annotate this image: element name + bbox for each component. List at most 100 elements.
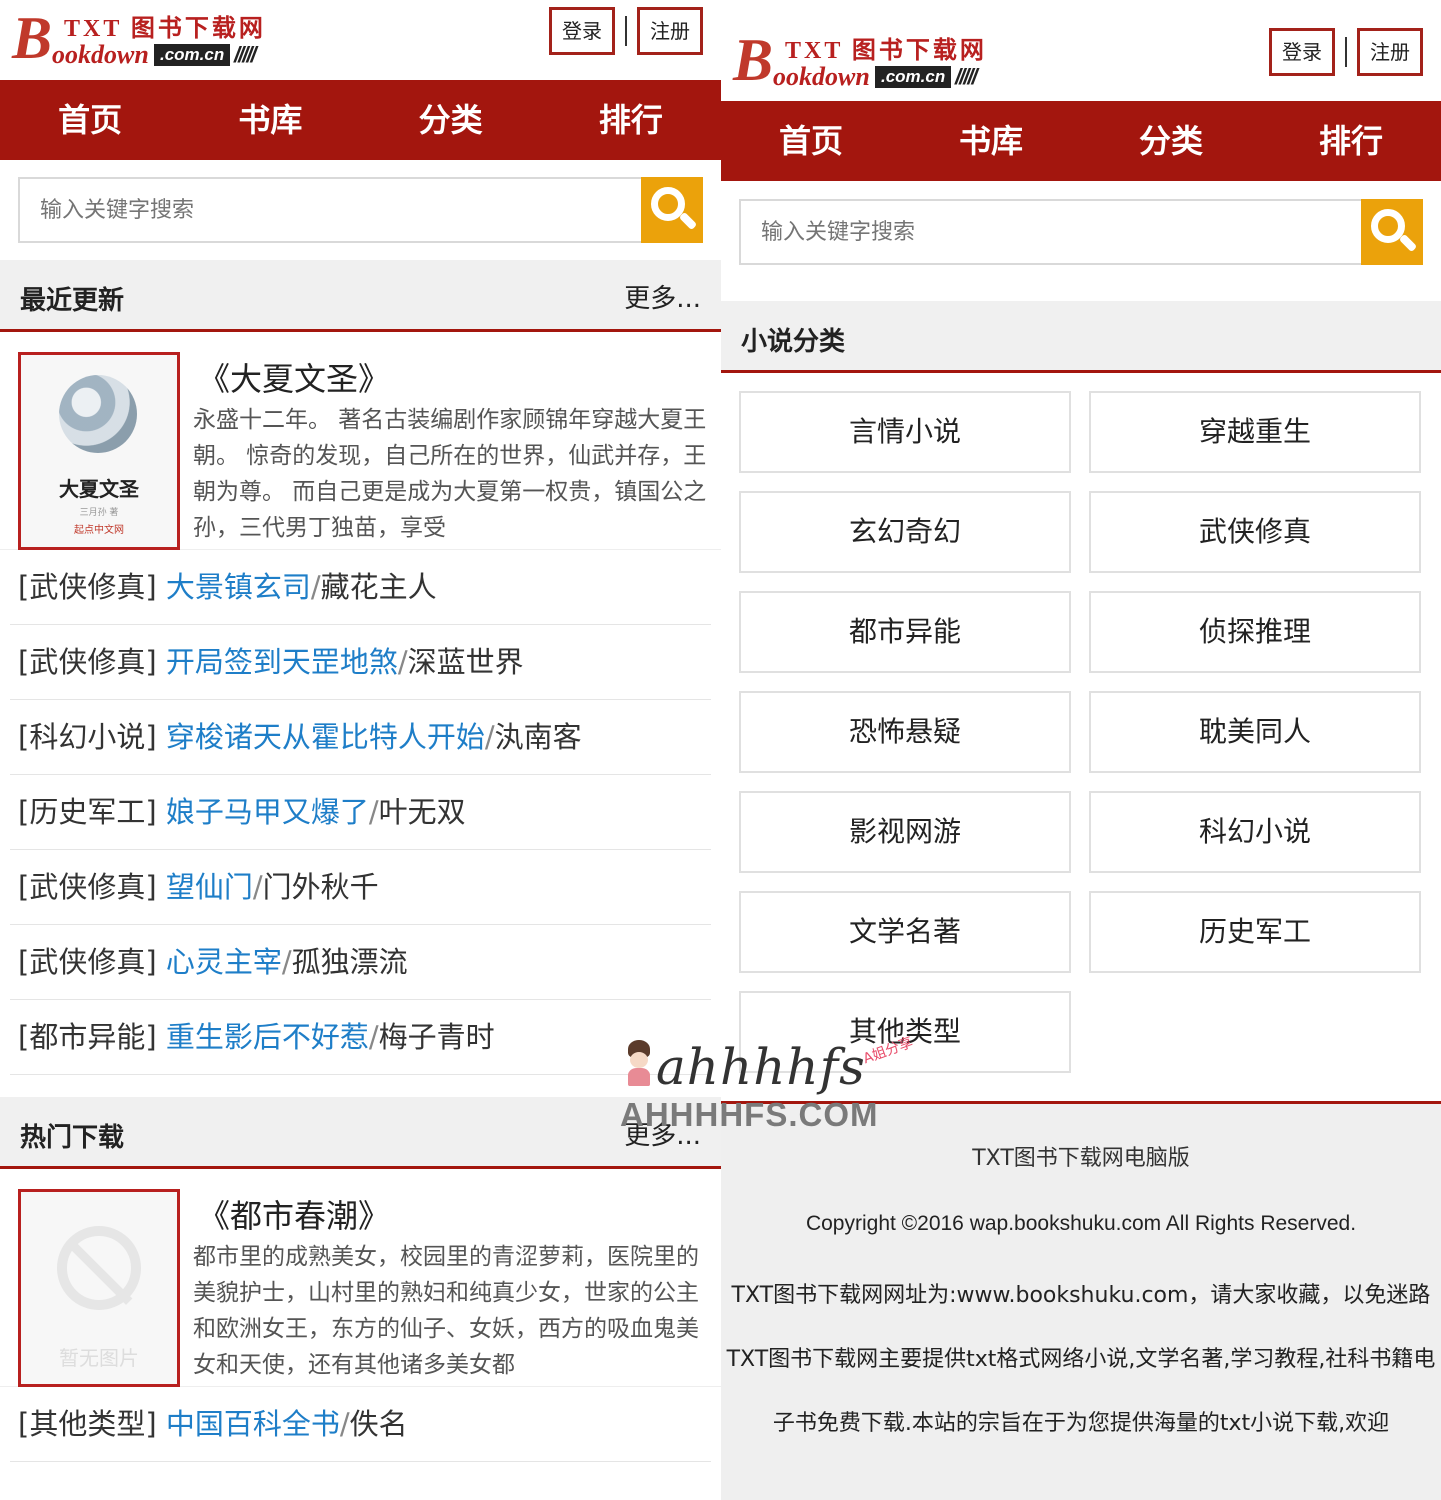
category-button[interactable]: 穿越重生	[1089, 391, 1421, 473]
item-slash: /	[368, 1020, 379, 1054]
list-item: [其他类型] 中国百科全书/佚名	[10, 1387, 711, 1462]
site-header: B TXT 图书下载网 ookdown .com.cn ///// 登录 注册	[0, 0, 721, 80]
login-button[interactable]: 登录	[549, 7, 615, 55]
nav-item-category[interactable]: 分类	[1081, 101, 1261, 181]
category-button[interactable]: 武侠修真	[1089, 491, 1421, 573]
item-book-link[interactable]: 望仙门	[166, 870, 253, 904]
item-author: 孤独漂流	[291, 945, 408, 979]
search-input[interactable]	[18, 177, 641, 243]
category-button[interactable]: 历史军工	[1089, 891, 1421, 973]
nav-item-home[interactable]: 首页	[721, 101, 901, 181]
category-button[interactable]: 玄幻奇幻	[739, 491, 1071, 573]
featured-book: 暂无图片 《都市春潮》 都市里的成熟美女，校园里的青涩萝莉，医院里的美貌护士，山…	[0, 1169, 721, 1387]
list-item: [都市异能] 重生影后不好惹/梅子青时	[10, 1000, 711, 1075]
category-button[interactable]: 都市异能	[739, 591, 1071, 673]
category-button[interactable]: 科幻小说	[1089, 791, 1421, 873]
item-author: 门外秋千	[262, 870, 379, 904]
no-image-icon	[57, 1226, 141, 1310]
watermark-script: ahhhhfs	[656, 1038, 866, 1096]
item-book-link[interactable]: 开局签到天罡地煞	[166, 645, 398, 679]
mascot-face	[630, 1052, 648, 1068]
nav-item-ranking[interactable]: 排行	[1261, 101, 1441, 181]
item-category: [武侠修真]	[18, 870, 157, 904]
list-item: [武侠修真] 心灵主宰/孤独漂流	[10, 925, 711, 1000]
search-icon-handle	[678, 211, 698, 231]
item-book-link[interactable]: 大景镇玄司	[166, 570, 311, 604]
login-button[interactable]: 登录	[1269, 28, 1335, 76]
auth-links: 登录 注册	[549, 7, 703, 55]
item-category: [武侠修真]	[18, 645, 157, 679]
logo-subtitle: ookdown	[773, 62, 870, 91]
item-book-link[interactable]: 中国百科全书	[166, 1407, 340, 1441]
about-text: TXT图书下载网主要提供txt格式网络小说,文学名著,学习教程,社科书籍电子书免…	[726, 1347, 1436, 1436]
list-item: [武侠修真] 大景镇玄司/藏花主人	[10, 550, 711, 625]
item-book-link[interactable]: 心灵主宰	[166, 945, 282, 979]
nav-item-category[interactable]: 分类	[361, 80, 541, 160]
site-logo[interactable]: B TXT 图书下载网 ookdown .com.cn /////	[733, 28, 1013, 92]
item-category: [科幻小说]	[18, 720, 157, 754]
nav-item-library[interactable]: 书库	[901, 101, 1081, 181]
logo-title: TXT 图书下载网	[785, 38, 987, 64]
site-header: B TXT 图书下载网 ookdown .com.cn ///// 登录 注册	[721, 0, 1441, 101]
item-author: 深蓝世界	[407, 645, 524, 679]
register-button[interactable]: 注册	[1357, 28, 1423, 76]
item-book-link[interactable]: 穿梭诸天从霍比特人开始	[166, 720, 485, 754]
book-title[interactable]: 《都市春潮》	[198, 1191, 390, 1237]
book-description: 都市里的成熟美女，校园里的青涩萝莉，医院里的美貌护士，山村里的熟妇和纯真少女，世…	[193, 1244, 699, 1378]
book-title[interactable]: 《大夏文圣》	[198, 354, 390, 400]
section-title: 热门下载	[20, 1123, 125, 1153]
category-button[interactable]: 侦探推理	[1089, 591, 1421, 673]
book-description: 永盛十二年。 著名古装编剧作家顾锦年穿越大夏王朝。 惊奇的发现，自己所在的世界，…	[193, 407, 707, 541]
logo-letter: B	[12, 5, 53, 71]
search-button[interactable]	[1361, 199, 1423, 265]
main-nav: 首页 书库 分类 排行	[0, 80, 721, 160]
category-screen: B TXT 图书下载网 ookdown .com.cn ///// 登录 注册 …	[721, 0, 1441, 1500]
mascot-body	[628, 1068, 650, 1086]
taiji-icon	[59, 375, 137, 453]
book-cover[interactable]: 暂无图片	[18, 1189, 180, 1387]
item-book-link[interactable]: 重生影后不好惹	[166, 1020, 369, 1054]
featured-book: 大夏文圣 三月孙 著 起点中文网 《大夏文圣》 永盛十二年。 著名古装编剧作家顾…	[0, 332, 721, 550]
nav-item-ranking[interactable]: 排行	[541, 80, 721, 160]
logo-domain: .com.cn	[154, 44, 231, 66]
pc-version-link[interactable]: TXT图书下载网电脑版	[721, 1140, 1441, 1172]
book-cover[interactable]: 大夏文圣 三月孙 著 起点中文网	[18, 352, 180, 550]
logo-bars: /////	[234, 42, 257, 67]
hot-section-header: 热门下载 更多...	[0, 1097, 721, 1169]
item-author: 藏花主人	[320, 570, 437, 604]
category-button[interactable]: 耽美同人	[1089, 691, 1421, 773]
logo-letter: B	[733, 27, 774, 93]
nav-item-home[interactable]: 首页	[0, 80, 180, 160]
section-gap	[0, 1075, 721, 1097]
recent-section-header: 最近更新 更多...	[0, 260, 721, 332]
cover-publisher: 起点中文网	[74, 525, 124, 536]
auth-divider	[625, 16, 627, 46]
item-category: [武侠修真]	[18, 945, 157, 979]
main-nav: 首页 书库 分类 排行	[721, 101, 1441, 181]
item-book-link[interactable]: 娘子马甲又爆了	[166, 795, 369, 829]
nav-item-library[interactable]: 书库	[180, 80, 360, 160]
category-button[interactable]: 影视网游	[739, 791, 1071, 873]
more-link[interactable]: 更多...	[624, 278, 701, 315]
no-image-label: 暂无图片	[59, 1346, 139, 1370]
search-button[interactable]	[641, 177, 703, 243]
item-slash: /	[484, 720, 495, 754]
site-logo[interactable]: B TXT 图书下载网 ookdown .com.cn /////	[12, 6, 292, 70]
category-button[interactable]: 文学名著	[739, 891, 1071, 973]
watermark-domain: AHHHHFS.COM	[620, 1096, 879, 1133]
item-slash: /	[281, 945, 292, 979]
item-author: 汍南客	[494, 720, 582, 754]
register-button[interactable]: 注册	[637, 7, 703, 55]
search-input[interactable]	[739, 199, 1362, 265]
item-category: [都市异能]	[18, 1020, 157, 1054]
list-item: [科幻小说] 穿梭诸天从霍比特人开始/汍南客	[10, 700, 711, 775]
site-footer: TXT图书下载网电脑版 Copyright ©2016 wap.bookshuk…	[721, 1101, 1441, 1500]
logo-bars: /////	[955, 64, 978, 89]
logo-title: TXT 图书下载网	[64, 16, 266, 42]
category-button[interactable]: 言情小说	[739, 391, 1071, 473]
category-button[interactable]: 恐怖悬疑	[739, 691, 1071, 773]
item-slash: /	[368, 795, 379, 829]
list-item: [武侠修真] 望仙门/门外秋千	[10, 850, 711, 925]
item-slash: /	[252, 870, 263, 904]
search-bar	[721, 181, 1441, 301]
